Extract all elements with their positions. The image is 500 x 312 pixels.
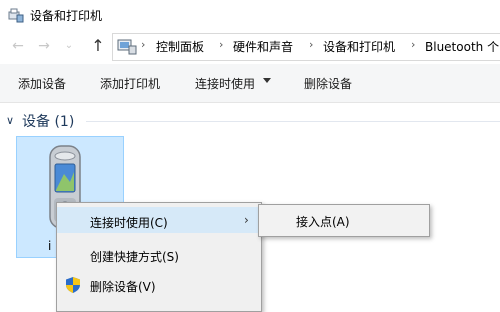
context-menu-item-remove-device[interactable]: 删除设备(V) <box>90 278 156 295</box>
chevron-right-icon: › <box>219 38 224 51</box>
connect-using-button[interactable]: 连接时使用 <box>195 75 255 92</box>
arrow-up-icon: ↑ <box>91 36 105 55</box>
submenu-item-access-point[interactable]: 接入点(A) <box>296 213 350 230</box>
context-menu-item-create-shortcut[interactable]: 创建快捷方式(S) <box>90 248 179 265</box>
shield-icon <box>66 277 80 293</box>
context-menu-item-label: 连接时使用(C) <box>90 216 168 230</box>
breadcrumb-devices-printers[interactable]: 设备和打印机 <box>323 38 395 55</box>
chevron-down-icon: ⌄ <box>64 40 74 51</box>
breadcrumb-control-panel[interactable]: 控制面板 <box>156 38 204 55</box>
add-device-button[interactable]: 添加设备 <box>18 75 66 92</box>
caret-down-icon <box>263 78 271 83</box>
remove-device-button[interactable]: 删除设备 <box>304 75 352 92</box>
breadcrumb-bluetooth[interactable]: Bluetooth 个 <box>425 38 499 55</box>
up-button[interactable]: ↑ <box>88 36 108 56</box>
breadcrumb-hardware-sound[interactable]: 硬件和声音 <box>233 38 293 55</box>
chevron-right-icon: › <box>141 38 146 51</box>
collapse-chevron-icon[interactable]: ∨ <box>6 114 14 127</box>
chevron-right-icon: › <box>411 38 416 51</box>
add-printer-button[interactable]: 添加打印机 <box>100 75 160 92</box>
back-button[interactable]: ← <box>8 36 28 56</box>
devices-printers-icon <box>8 8 24 23</box>
chevron-right-icon: › <box>244 213 249 227</box>
forward-button[interactable]: → <box>34 36 54 56</box>
control-panel-icon <box>117 39 137 55</box>
arrow-right-icon: → <box>38 38 50 54</box>
chevron-right-icon: › <box>309 38 314 51</box>
section-divider <box>86 121 500 122</box>
arrow-left-icon: ← <box>12 38 24 54</box>
window-title: 设备和打印机 <box>30 9 103 23</box>
section-title[interactable]: 设备 (1) <box>22 111 74 131</box>
device-label: i <box>48 239 52 253</box>
recent-locations-button[interactable]: ⌄ <box>62 36 76 56</box>
